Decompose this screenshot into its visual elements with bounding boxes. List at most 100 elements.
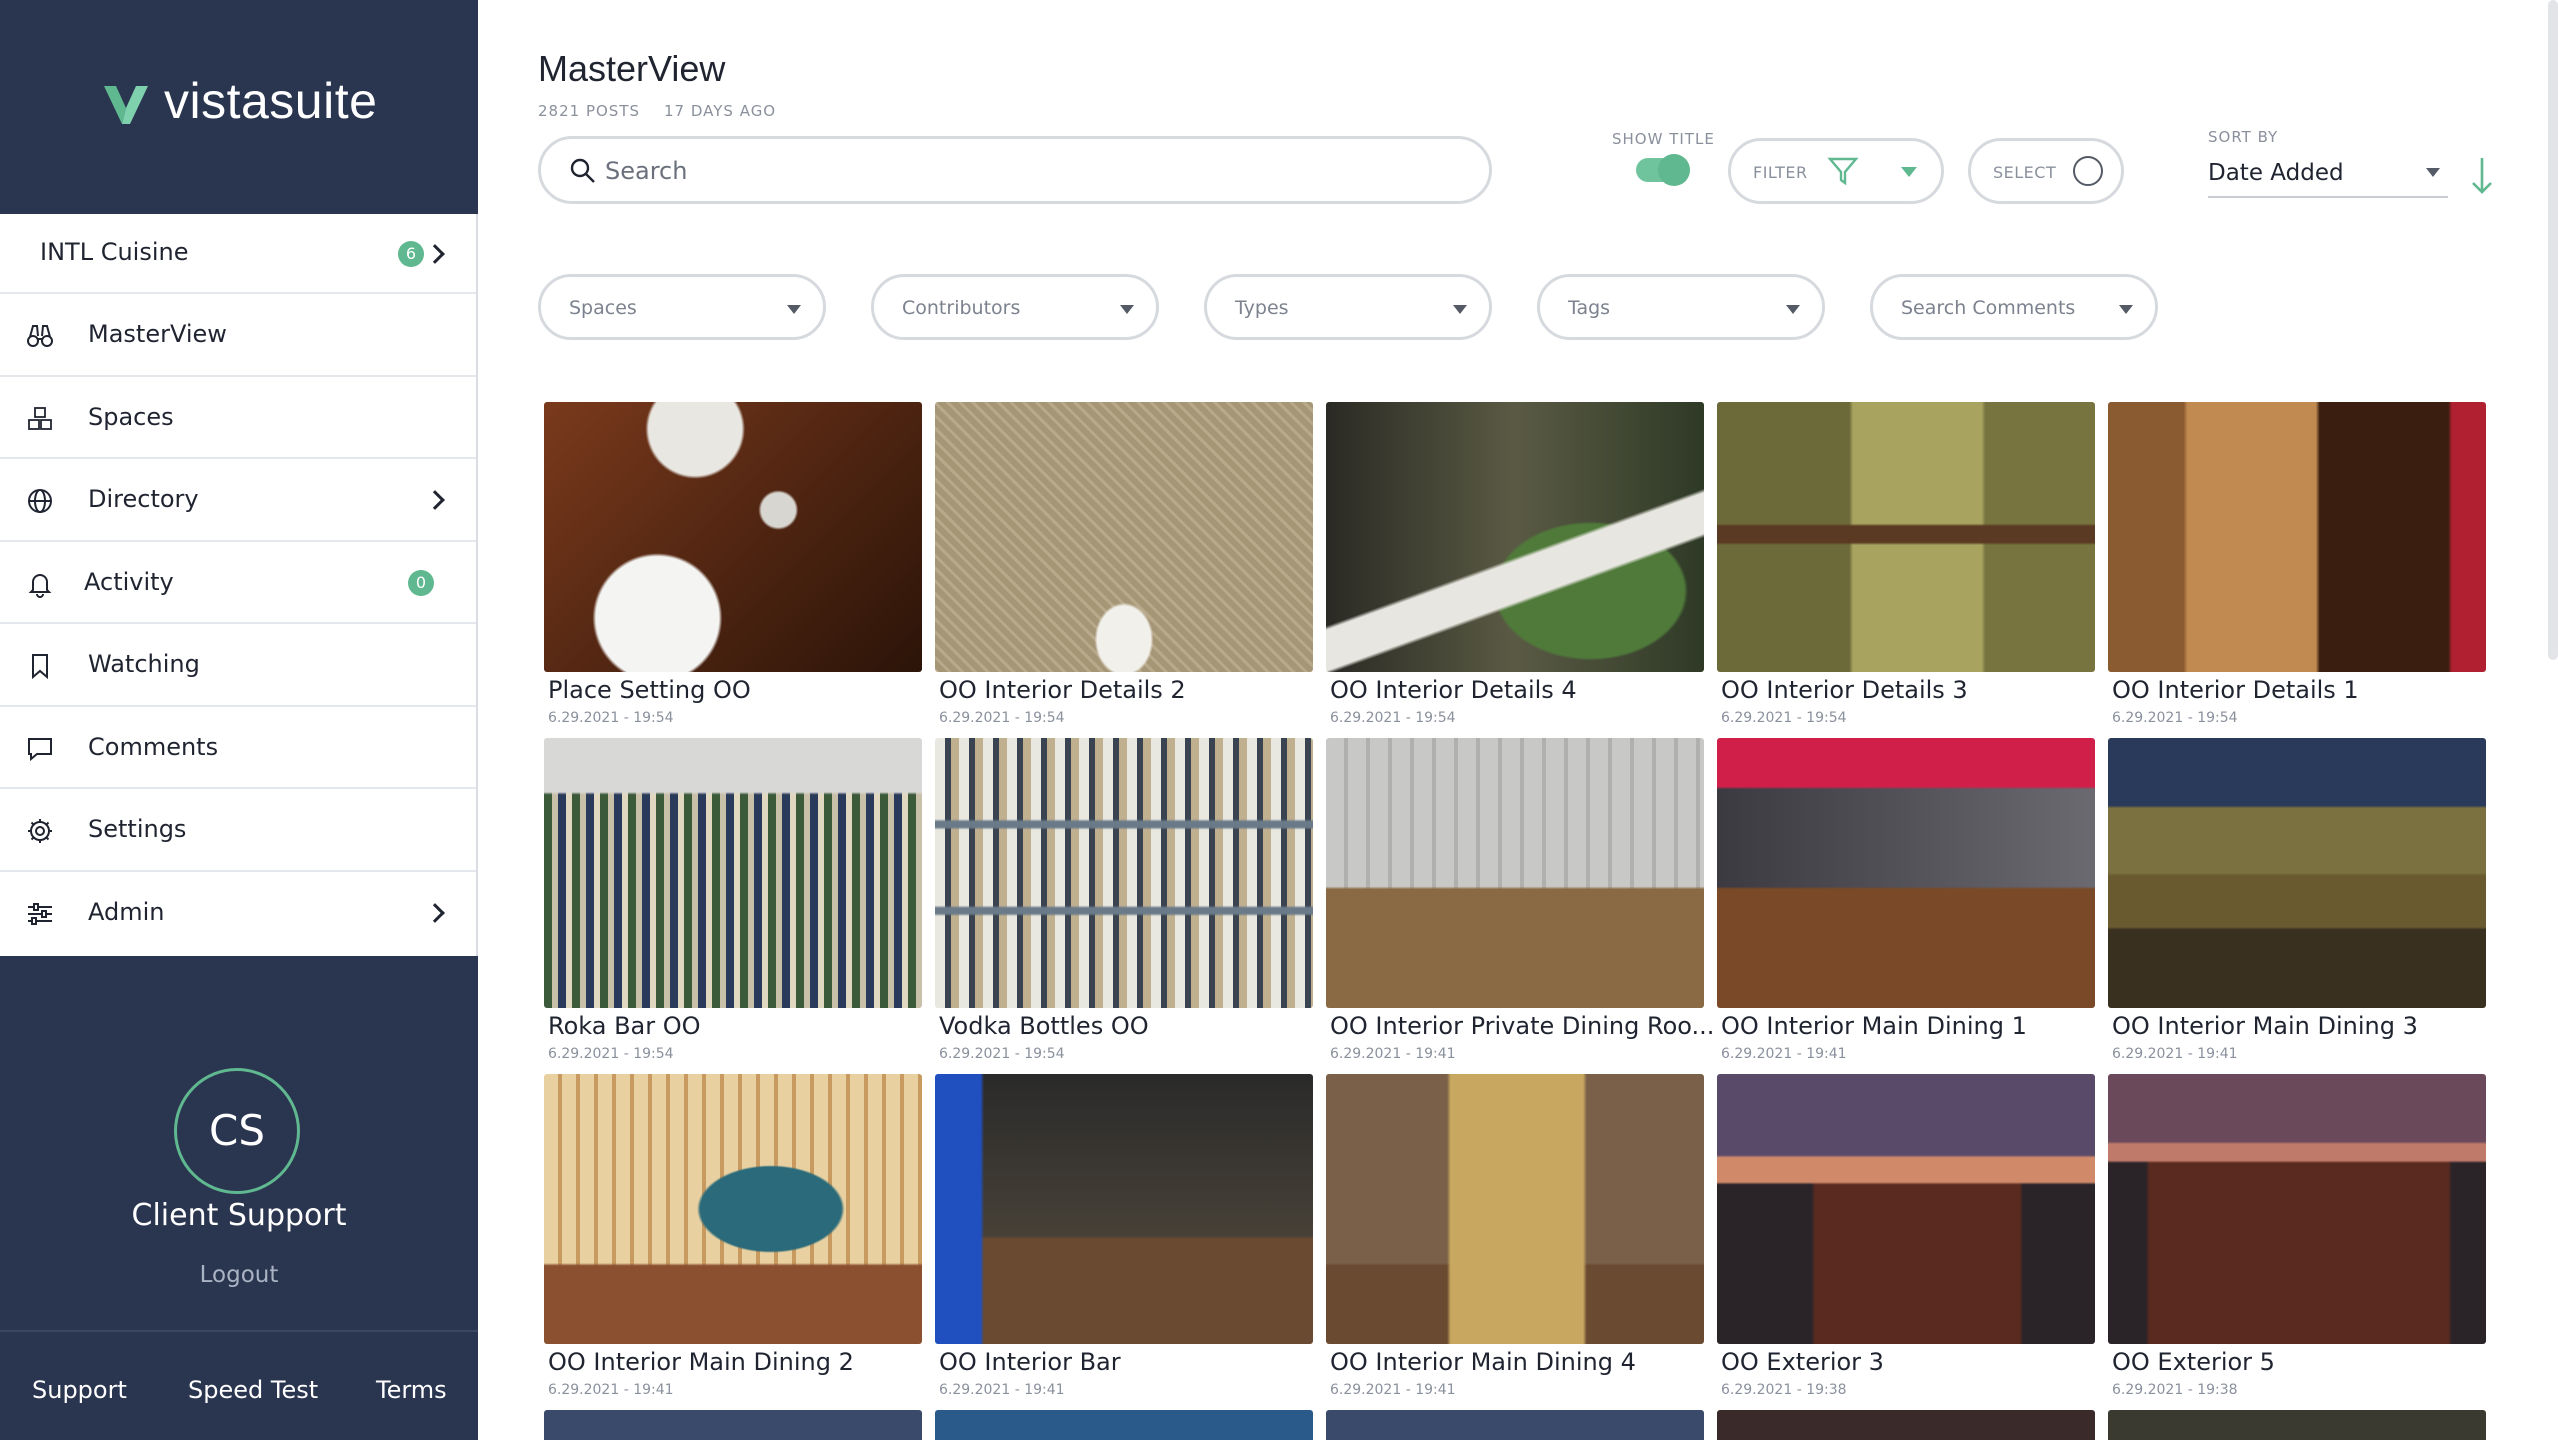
post-title: OO Exterior 5 xyxy=(2112,1348,2275,1376)
sort-direction-arrow-icon[interactable] xyxy=(2470,156,2494,196)
chevron-down-icon[interactable] xyxy=(2426,168,2440,177)
bookmark-icon xyxy=(32,654,48,680)
filter-label: FILTER xyxy=(1753,163,1808,182)
post-count: 2821 POSTS xyxy=(538,102,640,120)
post-card[interactable]: OO Interior Details 1 6.29.2021 - 19:54 xyxy=(2108,402,2486,732)
post-date: 6.29.2021 - 19:41 xyxy=(939,1382,1065,1398)
post-thumbnail[interactable] xyxy=(2108,1074,2486,1344)
post-card[interactable]: OO Exterior 3 6.29.2021 - 19:38 xyxy=(1717,1074,2095,1404)
post-card[interactable]: Roka Bar OO 6.29.2021 - 19:54 xyxy=(544,738,922,1068)
post-thumbnail[interactable] xyxy=(1326,738,1704,1008)
user-name: Client Support xyxy=(131,1198,347,1233)
org-badge: 6 xyxy=(398,241,424,267)
contributors-filter[interactable]: Contributors xyxy=(871,274,1159,340)
user-profile: CS Client Support Logout xyxy=(0,1060,478,1300)
tags-filter[interactable]: Tags xyxy=(1537,274,1825,340)
show-title-toggle[interactable] xyxy=(1636,154,1690,186)
post-card[interactable]: Vodka Bottles OO 6.29.2021 - 19:54 xyxy=(935,738,1313,1068)
sidebar-item-settings[interactable]: Settings xyxy=(0,789,476,872)
post-thumbnail-partial[interactable] xyxy=(1326,1410,1704,1440)
post-thumbnail-partial[interactable] xyxy=(935,1410,1313,1440)
sidebar-item-directory[interactable]: Directory xyxy=(0,459,476,542)
post-card[interactable]: OO Interior Details 2 6.29.2021 - 19:54 xyxy=(935,402,1313,732)
sidebar-item-label: MasterView xyxy=(88,320,227,348)
post-thumbnail[interactable] xyxy=(935,738,1313,1008)
sidebar-item-admin[interactable]: Admin xyxy=(0,872,476,955)
post-card[interactable]: OO Interior Main Dining 1 6.29.2021 - 19… xyxy=(1717,738,2095,1068)
post-card[interactable]: OO Interior Main Dining 3 6.29.2021 - 19… xyxy=(2108,738,2486,1068)
filter-text: Tags xyxy=(1568,297,1611,319)
sidebar-item-masterview[interactable]: MasterView xyxy=(0,294,476,377)
main-content: MasterView 2821 POSTS 17 DAYS AGO SHOW T… xyxy=(478,0,2558,1440)
chevron-down-icon xyxy=(1453,305,1467,314)
show-title-label: SHOW TITLE xyxy=(1612,130,1715,148)
post-card[interactable]: OO Interior Bar 6.29.2021 - 19:41 xyxy=(935,1074,1313,1404)
sidebar-item-comments[interactable]: Comments xyxy=(0,707,476,789)
support-link[interactable]: Support xyxy=(32,1376,127,1404)
post-thumbnail[interactable] xyxy=(935,402,1313,672)
post-date: 6.29.2021 - 19:54 xyxy=(939,1046,1065,1062)
sidebar-footer: Support Speed Test Terms xyxy=(0,1330,478,1440)
search-comments-filter[interactable]: Search Comments xyxy=(1870,274,2158,340)
post-card[interactable]: OO Exterior 5 6.29.2021 - 19:38 xyxy=(2108,1074,2486,1404)
sidebar-item-label: Watching xyxy=(88,650,200,678)
terms-link[interactable]: Terms xyxy=(376,1376,447,1404)
chevron-down-icon xyxy=(787,305,801,314)
sidebar-item-label: Comments xyxy=(88,732,219,761)
post-title: OO Interior Main Dining 1 xyxy=(1721,1012,2027,1040)
select-button[interactable]: SELECT xyxy=(1968,138,2124,204)
post-thumbnail[interactable] xyxy=(544,1074,922,1344)
search-bar[interactable] xyxy=(538,136,1492,204)
last-updated: 17 DAYS AGO xyxy=(664,102,777,120)
brand-logo[interactable]: vistasuite xyxy=(0,0,478,214)
chevron-down-icon xyxy=(1901,167,1917,177)
post-title: OO Interior Details 4 xyxy=(1330,676,1577,704)
sidebar-item-watching[interactable]: Watching xyxy=(0,624,476,707)
sort-underline xyxy=(2208,196,2448,198)
post-thumbnail-partial[interactable] xyxy=(2108,1410,2486,1440)
org-selector[interactable]: INTL Cuisine 6 xyxy=(0,214,476,294)
post-title: OO Interior Bar xyxy=(939,1348,1121,1376)
post-date: 6.29.2021 - 19:54 xyxy=(548,1046,674,1062)
post-thumbnail[interactable] xyxy=(1717,738,2095,1008)
post-thumbnail[interactable] xyxy=(1326,402,1704,672)
logout-link[interactable]: Logout xyxy=(0,1262,478,1288)
post-thumbnail-partial[interactable] xyxy=(544,1410,922,1440)
post-thumbnail[interactable] xyxy=(544,738,922,1008)
post-title: OO Interior Private Dining Roo... xyxy=(1330,1012,1715,1040)
post-card[interactable]: OO Interior Details 3 6.29.2021 - 19:54 xyxy=(1717,402,2095,732)
post-thumbnail[interactable] xyxy=(1717,1074,2095,1344)
speed-test-link[interactable]: Speed Test xyxy=(188,1376,318,1404)
types-filter[interactable]: Types xyxy=(1204,274,1492,340)
search-input[interactable] xyxy=(605,153,1465,189)
sidebar-item-spaces[interactable]: Spaces xyxy=(0,377,476,459)
post-title: OO Interior Main Dining 4 xyxy=(1330,1348,1636,1376)
avatar[interactable]: CS xyxy=(174,1068,300,1194)
post-thumbnail[interactable] xyxy=(1717,402,2095,672)
chevron-right-icon xyxy=(425,490,445,510)
post-card[interactable]: OO Interior Main Dining 2 6.29.2021 - 19… xyxy=(544,1074,922,1404)
post-card[interactable]: Place Setting OO 6.29.2021 - 19:54 xyxy=(544,402,922,732)
filter-text: Spaces xyxy=(569,297,637,319)
post-title: Vodka Bottles OO xyxy=(939,1012,1149,1040)
select-circle-icon xyxy=(2073,156,2103,186)
post-card[interactable]: OO Interior Main Dining 4 6.29.2021 - 19… xyxy=(1326,1074,1704,1404)
post-thumbnail-partial[interactable] xyxy=(1717,1410,2095,1440)
filter-text: Types xyxy=(1235,297,1289,319)
spaces-filter[interactable]: Spaces xyxy=(538,274,826,340)
post-thumbnail[interactable] xyxy=(935,1074,1313,1344)
filter-button[interactable]: FILTER xyxy=(1728,138,1944,204)
brand-name: vistasuite xyxy=(164,73,378,129)
vistasuite-logo-icon xyxy=(104,86,148,124)
sort-dropdown[interactable]: Date Added xyxy=(2208,160,2344,186)
globe-icon xyxy=(28,489,52,513)
post-thumbnail[interactable] xyxy=(2108,402,2486,672)
post-card[interactable]: OO Interior Details 4 6.29.2021 - 19:54 xyxy=(1326,402,1704,732)
post-thumbnail[interactable] xyxy=(1326,1074,1704,1344)
post-thumbnail[interactable] xyxy=(2108,738,2486,1008)
post-date: 6.29.2021 - 19:38 xyxy=(1721,1382,1847,1398)
post-thumbnail[interactable] xyxy=(544,402,922,672)
post-card[interactable]: OO Interior Private Dining Roo... 6.29.2… xyxy=(1326,738,1714,1068)
sidebar-item-activity[interactable]: Activity 0 xyxy=(0,542,476,624)
scrollbar[interactable] xyxy=(2548,0,2558,660)
